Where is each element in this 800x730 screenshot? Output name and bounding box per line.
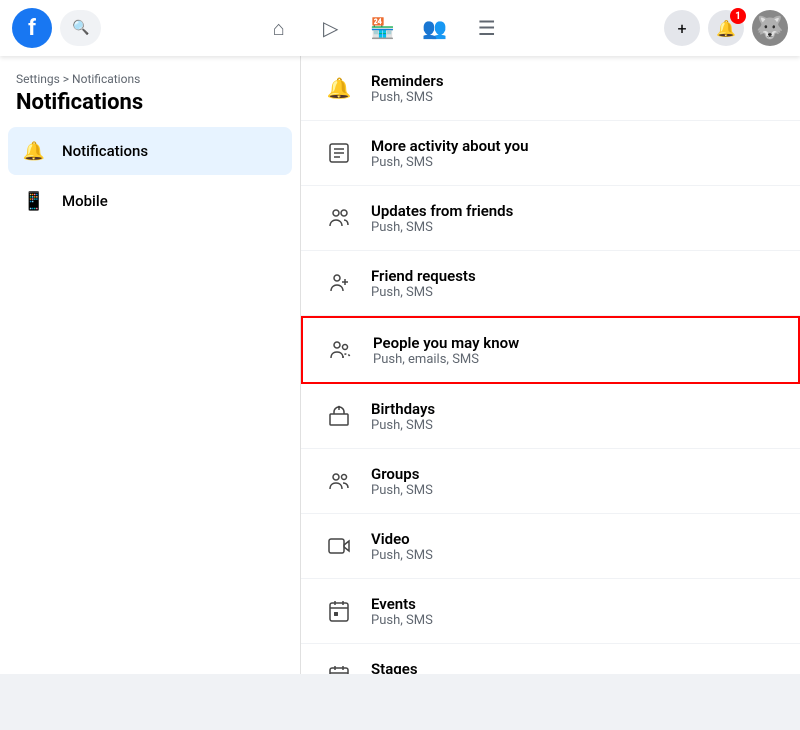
- breadcrumb: Settings > Notifications: [8, 72, 292, 86]
- more-activity-item[interactable]: More activity about you Push, SMS: [301, 121, 800, 186]
- events-text: Events Push, SMS: [371, 595, 780, 628]
- video-subtitle: Push, SMS: [371, 548, 780, 563]
- facebook-logo[interactable]: f: [12, 8, 52, 48]
- more-activity-title: More activity about you: [371, 137, 780, 155]
- people-may-know-text: People you may know Push, emails, SMS: [373, 334, 778, 367]
- notifications-icon: 🔔: [18, 135, 50, 167]
- groups-item[interactable]: Groups Push, SMS: [301, 449, 800, 514]
- groups-icon: [321, 463, 357, 499]
- people-may-know-icon: [323, 332, 359, 368]
- topnav-right: + 🔔 1 🐺: [664, 10, 788, 46]
- friend-requests-subtitle: Push, SMS: [371, 285, 780, 300]
- updates-friends-title: Updates from friends: [371, 202, 780, 220]
- people-may-know-title: People you may know: [373, 334, 778, 352]
- stages-text: Stages Push, emails, SMS: [371, 660, 780, 675]
- add-button[interactable]: +: [664, 10, 700, 46]
- sidebar-item-notifications[interactable]: 🔔 Notifications: [8, 127, 292, 175]
- topnav-left: f 🔍: [12, 8, 101, 48]
- more-activity-text: More activity about you Push, SMS: [371, 137, 780, 170]
- people-may-know-subtitle: Push, emails, SMS: [373, 352, 778, 367]
- groups-nav-button[interactable]: 👥: [411, 4, 459, 52]
- friend-requests-icon: [321, 265, 357, 301]
- home-nav-button[interactable]: ⌂: [255, 4, 303, 52]
- friend-requests-title: Friend requests: [371, 267, 780, 285]
- avatar-button[interactable]: 🐺: [752, 10, 788, 46]
- video-text: Video Push, SMS: [371, 530, 780, 563]
- reminders-subtitle: Push, SMS: [371, 90, 780, 105]
- video-title: Video: [371, 530, 780, 548]
- reminders-title: Reminders: [371, 72, 780, 90]
- friend-requests-item[interactable]: Friend requests Push, SMS: [301, 251, 800, 316]
- events-subtitle: Push, SMS: [371, 613, 780, 628]
- notification-button[interactable]: 🔔 1: [708, 10, 744, 46]
- topnav: f 🔍 ⌂ ▷ 🏪 👥 ☰ + 🔔 1 🐺: [0, 0, 800, 56]
- updates-friends-subtitle: Push, SMS: [371, 220, 780, 235]
- birthdays-item[interactable]: Birthdays Push, SMS: [301, 384, 800, 449]
- marketplace-nav-button[interactable]: 🏪: [359, 4, 407, 52]
- avatar-icon: 🐺: [756, 16, 783, 41]
- sidebar: Settings > Notifications Notifications 🔔…: [0, 56, 300, 674]
- video-item[interactable]: Video Push, SMS: [301, 514, 800, 579]
- birthdays-text: Birthdays Push, SMS: [371, 400, 780, 433]
- search-icon: 🔍: [72, 20, 89, 36]
- updates-friends-text: Updates from friends Push, SMS: [371, 202, 780, 235]
- people-you-may-know-item[interactable]: People you may know Push, emails, SMS: [301, 316, 800, 384]
- stages-icon: [321, 658, 357, 674]
- more-activity-icon: [321, 135, 357, 171]
- sidebar-title: Notifications: [8, 90, 292, 127]
- groups-subtitle: Push, SMS: [371, 483, 780, 498]
- events-item[interactable]: Events Push, SMS: [301, 579, 800, 644]
- groups-text: Groups Push, SMS: [371, 465, 780, 498]
- more-activity-subtitle: Push, SMS: [371, 155, 780, 170]
- mobile-icon: 📱: [18, 185, 50, 217]
- events-title: Events: [371, 595, 780, 613]
- stages-item[interactable]: Stages Push, emails, SMS: [301, 644, 800, 674]
- reminders-item[interactable]: 🔔 Reminders Push, SMS: [301, 56, 800, 121]
- menu-nav-button[interactable]: ☰: [463, 4, 511, 52]
- stages-title: Stages: [371, 660, 780, 675]
- sidebar-item-mobile-label: Mobile: [62, 192, 108, 210]
- reminders-icon: 🔔: [321, 70, 357, 106]
- reminders-text: Reminders Push, SMS: [371, 72, 780, 105]
- main-layout: Settings > Notifications Notifications 🔔…: [0, 56, 800, 674]
- sidebar-item-mobile[interactable]: 📱 Mobile: [8, 177, 292, 225]
- sidebar-item-notifications-label: Notifications: [62, 142, 148, 160]
- events-icon: [321, 593, 357, 629]
- topnav-center: ⌂ ▷ 🏪 👥 ☰: [101, 4, 664, 52]
- birthdays-subtitle: Push, SMS: [371, 418, 780, 433]
- watch-nav-button[interactable]: ▷: [307, 4, 355, 52]
- notification-badge: 1: [730, 8, 746, 24]
- video-icon: [321, 528, 357, 564]
- updates-friends-icon: [321, 200, 357, 236]
- birthdays-icon: [321, 398, 357, 434]
- search-box[interactable]: 🔍: [60, 10, 101, 46]
- birthdays-title: Birthdays: [371, 400, 780, 418]
- updates-friends-item[interactable]: Updates from friends Push, SMS: [301, 186, 800, 251]
- groups-title: Groups: [371, 465, 780, 483]
- friend-requests-text: Friend requests Push, SMS: [371, 267, 780, 300]
- content-area: 🔔 Reminders Push, SMS More activity abou…: [300, 56, 800, 674]
